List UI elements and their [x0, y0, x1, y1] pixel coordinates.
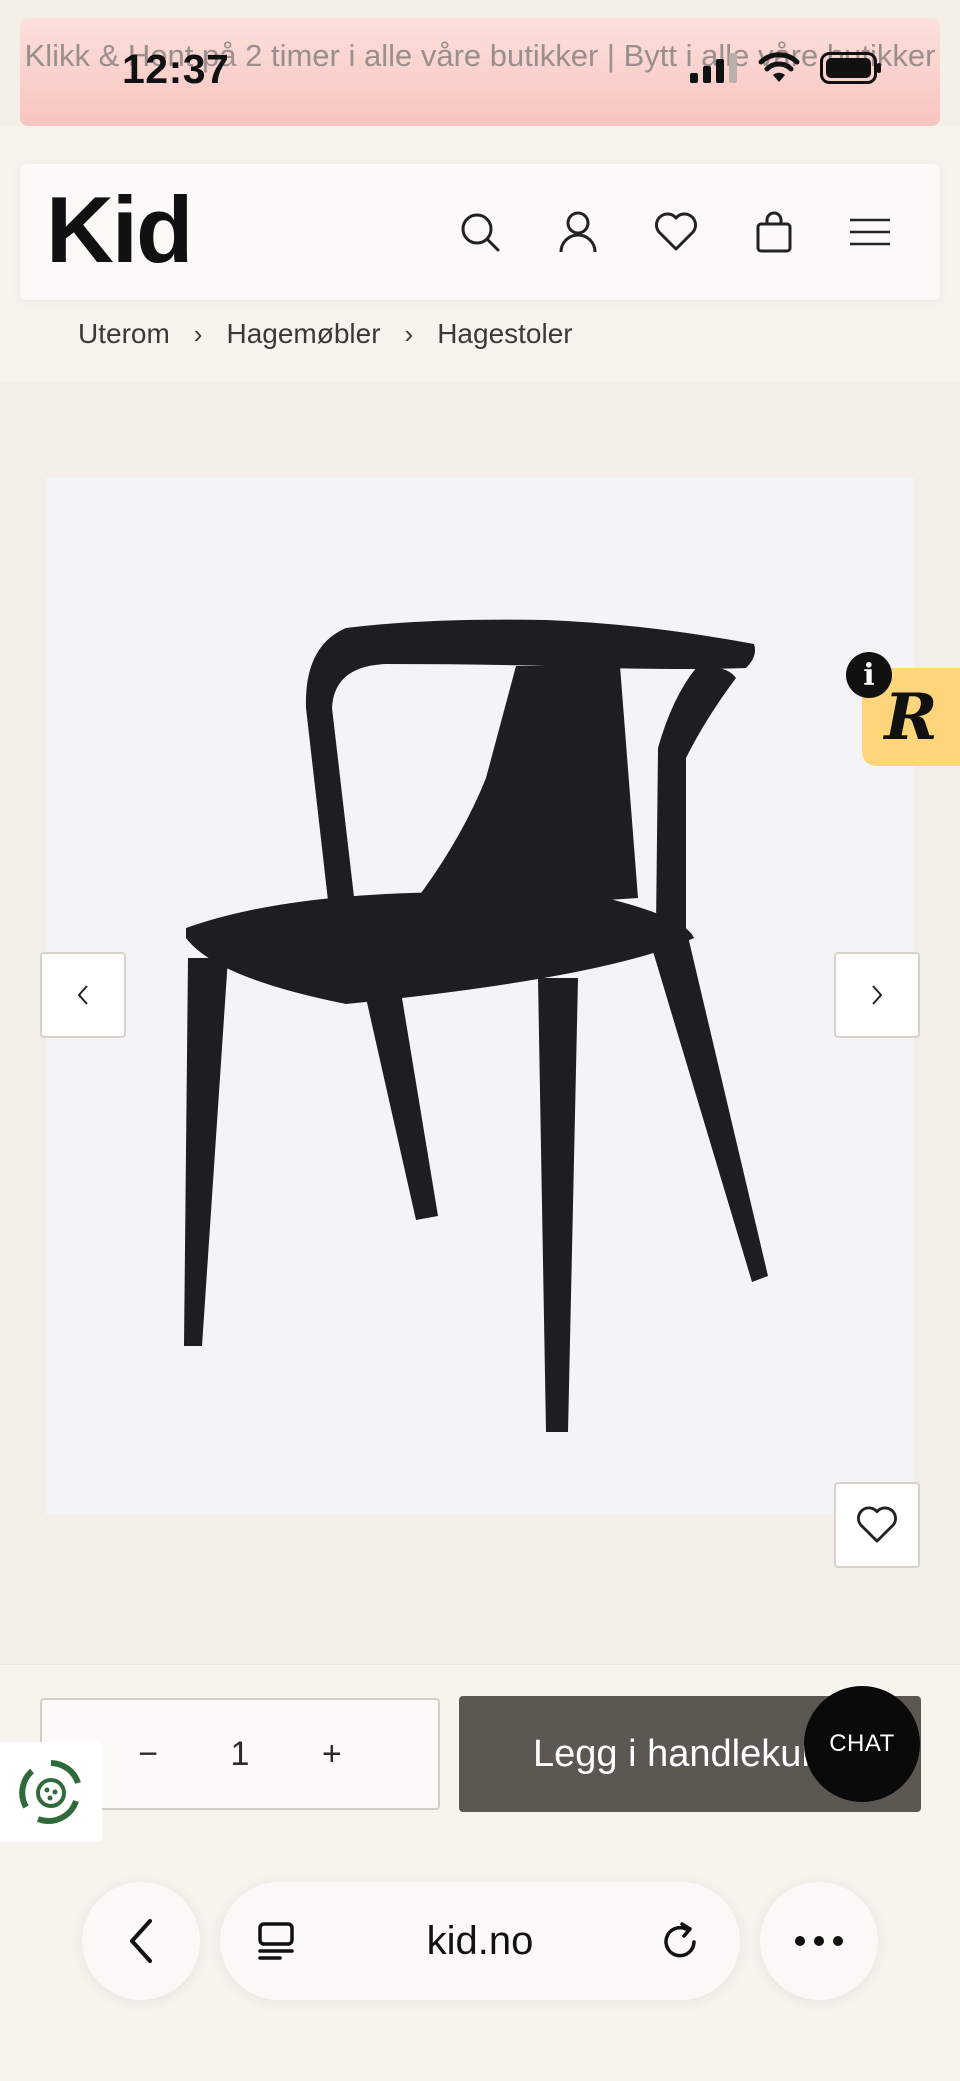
eco-badge[interactable] — [0, 1742, 102, 1842]
search-icon[interactable] — [452, 204, 508, 260]
recycle-icon — [19, 1760, 81, 1824]
account-icon[interactable] — [550, 204, 606, 260]
battery-icon — [820, 52, 881, 84]
chat-button[interactable]: CHAT — [804, 1686, 920, 1802]
browser-toolbar: kid.no — [0, 1860, 960, 2081]
breadcrumb-item-uterom[interactable]: Uterom — [78, 318, 170, 350]
product-image[interactable] — [46, 478, 914, 1514]
breadcrumb-item-hagemobler[interactable]: Hagemøbler — [226, 318, 380, 350]
add-to-wishlist-button[interactable] — [834, 1482, 920, 1568]
chevron-right-icon: › — [193, 318, 203, 349]
wifi-icon — [758, 52, 800, 82]
status-icons — [690, 52, 882, 84]
url-text: kid.no — [426, 1918, 534, 1963]
chevron-right-icon: › — [404, 318, 414, 349]
reload-icon[interactable] — [660, 1920, 702, 1962]
chevron-left-icon — [130, 1919, 152, 1963]
chevron-right-icon — [872, 985, 883, 1005]
quantity-increase-button[interactable]: + — [322, 1735, 342, 1774]
bag-icon[interactable] — [746, 204, 802, 260]
signal-icon — [690, 53, 737, 83]
browser-back-button[interactable] — [82, 1882, 200, 2000]
quantity-value[interactable]: 1 — [231, 1735, 250, 1774]
quantity-decrease-button[interactable]: − — [138, 1735, 158, 1774]
tabs-icon — [258, 1922, 294, 1960]
menu-icon[interactable] — [842, 204, 898, 260]
site-header: Kid — [20, 164, 940, 300]
breadcrumb-item-hagestoler[interactable]: Hagestoler — [437, 318, 572, 350]
heart-icon — [857, 1506, 897, 1543]
heart-icon[interactable] — [648, 204, 704, 260]
status-time: 12:37 — [122, 46, 230, 92]
gallery-next-button[interactable] — [834, 952, 920, 1038]
more-icon — [795, 1936, 843, 1946]
chair-illustration — [184, 619, 768, 1432]
add-to-cart-label: Legg i handlekurv — [533, 1732, 833, 1775]
address-bar[interactable]: kid.no — [220, 1882, 740, 2000]
breadcrumb: Uterom › Hagemøbler › Hagestoler — [78, 318, 573, 350]
gallery-prev-button[interactable] — [40, 952, 126, 1038]
info-icon[interactable]: i — [846, 652, 892, 698]
site-logo[interactable]: Kid — [46, 176, 193, 284]
chevron-left-icon — [77, 985, 88, 1005]
browser-more-button[interactable] — [760, 1882, 878, 2000]
